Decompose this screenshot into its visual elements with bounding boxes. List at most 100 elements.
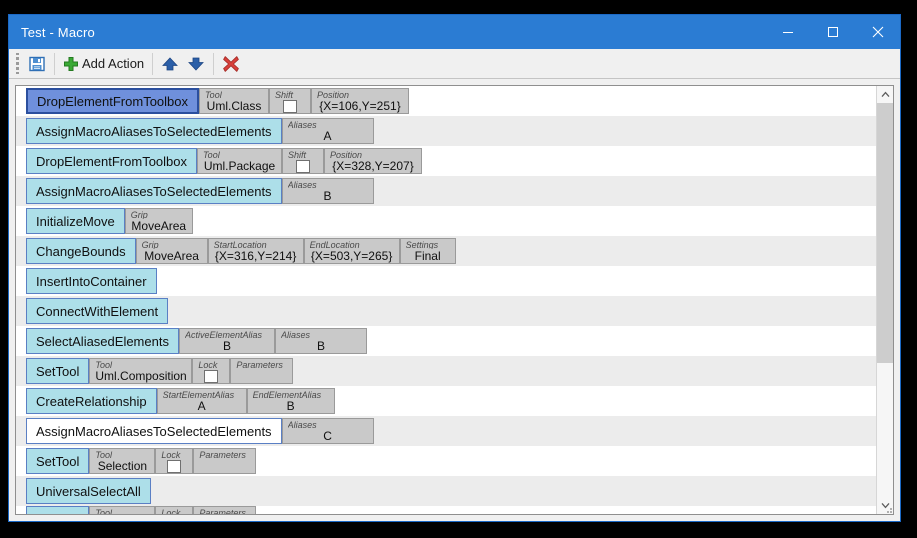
- parameter-label: Grip: [130, 210, 148, 219]
- action-name-button[interactable]: AssignMacroAliasesToSelectedElements: [26, 178, 282, 204]
- action-name-button[interactable]: SelectAliasedElements: [26, 328, 179, 354]
- scrollbar-track[interactable]: [877, 103, 893, 497]
- macro-action-row[interactable]: DropElementFromToolbox Tool Uml.Package Shi…: [16, 146, 876, 176]
- action-name-button[interactable]: SetTool: [26, 358, 90, 384]
- add-action-button[interactable]: Add Action: [59, 51, 148, 77]
- title-bar[interactable]: Test - Macro: [9, 15, 900, 49]
- macro-action-row[interactable]: InsertIntoContainer: [16, 266, 876, 296]
- action-name-button[interactable]: InsertIntoContainer: [26, 268, 157, 294]
- resize-grip[interactable]: [882, 503, 892, 513]
- parameter-checkbox[interactable]: [283, 99, 298, 113]
- parameter-checkbox[interactable]: [167, 459, 182, 473]
- move-up-button[interactable]: [157, 51, 183, 77]
- save-button[interactable]: [24, 51, 50, 77]
- action-name-button[interactable]: UniversalSelectAll: [26, 478, 151, 504]
- macro-action-row[interactable]: UniversalSelectAll: [16, 476, 876, 506]
- parameter-value: {X=106,Y=251}: [319, 99, 401, 113]
- parameter-value: B: [222, 339, 231, 353]
- macro-action-row[interactable]: ChangeBounds Grip MoveArea StartLocation {X=…: [16, 236, 876, 266]
- action-parameter[interactable]: Parameters: [193, 506, 257, 514]
- move-down-button[interactable]: [183, 51, 209, 77]
- action-parameter[interactable]: Shift: [269, 88, 312, 114]
- parameter-value: Final: [414, 249, 441, 263]
- action-name-button[interactable]: AssignMacroAliasesToSelectedElements: [26, 418, 282, 444]
- parameter-label: Aliases: [280, 330, 310, 339]
- action-name-button[interactable]: AssignMacroAliasesToSelectedElements: [26, 118, 282, 144]
- action-parameter[interactable]: Settings Final: [399, 238, 456, 264]
- action-name-button[interactable]: DropElementFromToolbox: [26, 148, 198, 174]
- action-parameter[interactable]: Position {X=106,Y=251}: [311, 88, 410, 114]
- action-parameter[interactable]: Aliases B: [274, 328, 367, 354]
- delete-action-button[interactable]: [218, 51, 244, 77]
- action-parameter[interactable]: Parameters: [193, 448, 257, 474]
- action-name-button[interactable]: SetTool: [26, 448, 90, 474]
- macro-action-row[interactable]: ConnectWithElement: [16, 296, 876, 326]
- action-parameter[interactable]: Parameters: [230, 358, 294, 384]
- macro-action-row[interactable]: AssignMacroAliasesToSelectedElements Alia…: [16, 176, 876, 206]
- action-parameter[interactable]: Aliases C: [281, 418, 374, 444]
- action-parameter[interactable]: Lock: [155, 448, 194, 474]
- action-parameter[interactable]: Tool Uml.Composition: [89, 358, 193, 384]
- parameter-label: Settings: [405, 240, 439, 249]
- parameter-checkbox[interactable]: [296, 159, 311, 173]
- parameter-value: C: [323, 429, 332, 443]
- action-name-button[interactable]: InitializeMove: [26, 208, 125, 234]
- action-parameter[interactable]: Tool: [89, 506, 156, 514]
- minimize-button[interactable]: [765, 15, 810, 49]
- action-name-button[interactable]: DropElementFromToolbox: [26, 88, 200, 114]
- action-parameter[interactable]: EndLocation {X=503,Y=265}: [303, 238, 400, 264]
- action-parameter[interactable]: Tool Selection: [89, 448, 156, 474]
- action-parameter[interactable]: Aliases A: [281, 118, 374, 144]
- parameter-label: Position: [317, 90, 350, 99]
- scroll-up-button[interactable]: [877, 86, 893, 103]
- action-name-button[interactable]: SetTool: [26, 506, 90, 514]
- action-parameter[interactable]: Aliases B: [281, 178, 374, 204]
- action-name-button[interactable]: ConnectWithElement: [26, 298, 169, 324]
- action-parameter[interactable]: Tool Uml.Package: [197, 148, 283, 174]
- macro-action-list[interactable]: DropElementFromToolbox Tool Uml.Class Shift…: [16, 86, 876, 514]
- arrow-up-icon: [162, 56, 179, 70]
- macro-action-row[interactable]: CreateRelationship StartElementAlias A EndE…: [16, 386, 876, 416]
- toolbar: Add Action: [9, 49, 900, 79]
- macro-action-row[interactable]: SetTool Tool Lock Parameters: [16, 506, 876, 514]
- parameter-value: B: [316, 339, 325, 353]
- macro-action-row[interactable]: AssignMacroAliasesToSelectedElements Alia…: [16, 116, 876, 146]
- vertical-scrollbar[interactable]: [876, 86, 893, 514]
- action-name-button[interactable]: CreateRelationship: [26, 388, 157, 414]
- parameter-label: Aliases: [287, 120, 317, 129]
- action-parameter[interactable]: Tool Uml.Class: [199, 88, 270, 114]
- close-button[interactable]: [855, 15, 900, 49]
- action-parameter[interactable]: Lock: [155, 506, 194, 514]
- macro-list-panel: DropElementFromToolbox Tool Uml.Class Shift…: [15, 85, 894, 515]
- macro-action-row[interactable]: DropElementFromToolbox Tool Uml.Class Shift…: [16, 86, 876, 116]
- toolbar-separator-3: [213, 52, 215, 75]
- parameter-label: Grip: [141, 240, 159, 249]
- action-parameter[interactable]: Lock: [192, 358, 231, 384]
- scrollbar-thumb[interactable]: [877, 103, 893, 364]
- parameter-value: Uml.Package: [203, 159, 276, 173]
- parameter-value: B: [286, 399, 295, 413]
- toolbar-drag-grip[interactable]: [13, 52, 22, 75]
- parameter-value: {X=328,Y=207}: [332, 159, 414, 173]
- parameter-label: Aliases: [287, 420, 317, 429]
- macro-action-row[interactable]: InitializeMove Grip MoveArea: [16, 206, 876, 236]
- action-parameter[interactable]: Position {X=328,Y=207}: [324, 148, 423, 174]
- macro-action-row[interactable]: AssignMacroAliasesToSelectedElements Alia…: [16, 416, 876, 446]
- parameter-value: [236, 369, 287, 383]
- parameter-value: A: [323, 129, 332, 143]
- action-parameter[interactable]: StartElementAlias A: [156, 388, 247, 414]
- parameter-label: StartLocation: [213, 240, 267, 249]
- action-parameter[interactable]: EndElementAlias B: [246, 388, 335, 414]
- action-parameter[interactable]: Shift: [282, 148, 325, 174]
- action-parameter[interactable]: StartLocation {X=316,Y=214}: [207, 238, 304, 264]
- action-parameter[interactable]: Grip MoveArea: [135, 238, 208, 264]
- macro-action-row[interactable]: SelectAliasedElements ActiveElementAlias B…: [16, 326, 876, 356]
- parameter-value: A: [197, 399, 206, 413]
- action-parameter[interactable]: Grip MoveArea: [124, 208, 193, 234]
- macro-action-row[interactable]: SetTool Tool Uml.Composition Lock Parameters: [16, 356, 876, 386]
- maximize-button[interactable]: [810, 15, 855, 49]
- macro-action-row[interactable]: SetTool Tool Selection Lock Parameters: [16, 446, 876, 476]
- action-name-button[interactable]: ChangeBounds: [26, 238, 136, 264]
- action-parameter[interactable]: ActiveElementAlias B: [178, 328, 275, 354]
- parameter-checkbox[interactable]: [204, 369, 219, 383]
